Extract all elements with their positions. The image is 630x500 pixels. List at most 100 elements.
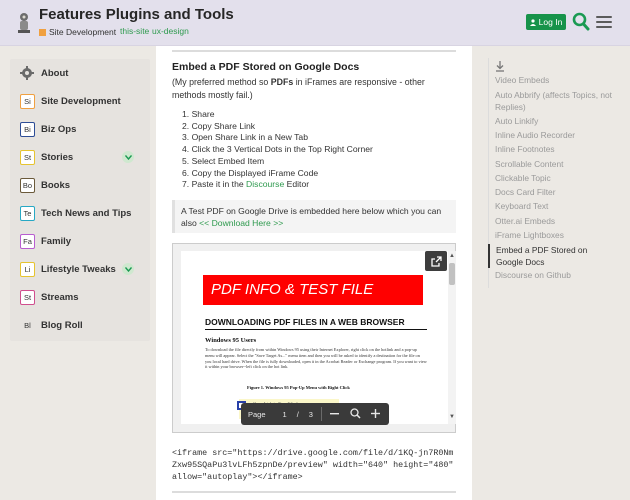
sidebar-item-label: Streams [41, 291, 79, 303]
sidebar-item-stories[interactable]: St Stories [20, 148, 73, 166]
category-badge-icon: Si [20, 93, 35, 109]
toc-item[interactable]: Docs Card Filter [495, 186, 619, 198]
category-badge-icon: Li [20, 261, 35, 277]
sidebar-item-label: Stories [41, 151, 74, 163]
sidebar-item-label: Tech News and Tips [41, 207, 132, 219]
toc-item[interactable]: Clickable Topic [495, 172, 619, 184]
site-header: Features Plugins and Tools Site Developm… [0, 0, 630, 46]
pdf-banner-text: PDF INFO & TEST FILE [211, 281, 374, 298]
list-item: 4. Click the 3 Vertical Dots in the Top … [182, 144, 373, 155]
sidebar-item-streams[interactable]: St Streams [20, 288, 79, 306]
pdf-heading: DOWNLOADING PDF FILES IN A WEB BROWSER [205, 317, 405, 327]
blockquote: A Test PDF on Google Drive is embedded h… [172, 200, 456, 233]
iframe-code-block: <iframe src="https://drive.google.com/fi… [172, 448, 459, 482]
list-item: 6. Copy the Displayed iFrame Code [182, 167, 319, 178]
toc-item[interactable]: Video Embeds [495, 74, 619, 86]
sidebar-item-label: Books [41, 179, 71, 191]
zoom-in-icon[interactable] [370, 408, 380, 420]
chevron-down-icon[interactable] [122, 151, 134, 163]
pdf-embed-iframe[interactable]: PDF INFO & TEST FILE DOWNLOADING PDF FIL… [172, 243, 456, 433]
site-logo[interactable] [15, 11, 33, 35]
table-of-contents: Video Embeds Auto Abbrify (affects Topic… [488, 58, 622, 288]
post-content: Embed a PDF Stored on Google Docs (My pr… [156, 46, 472, 500]
search-icon[interactable] [572, 12, 590, 32]
category-badge-icon: St [20, 149, 35, 165]
category-label: Site Development [49, 27, 117, 37]
toolbar-divider [320, 407, 322, 421]
download-arrow-icon[interactable] [495, 61, 505, 72]
pdf-rule [205, 329, 427, 330]
pdf-figure-caption: Figure 1. Windows 95 Pop-Up Menu with Ri… [247, 385, 350, 390]
sidebar-item-lifestyle-tweaks[interactable]: Li Lifestyle Tweaks [20, 260, 116, 278]
sidebar-item-label: About [41, 67, 69, 79]
pdf-viewer[interactable]: PDF INFO & TEST FILE DOWNLOADING PDF FIL… [181, 251, 448, 424]
pdf-subheading: Windows 95 Users [205, 337, 257, 344]
sidebar-item-site-development[interactable]: Si Site Development [20, 92, 121, 110]
discourse-link[interactable]: Discourse [246, 179, 284, 189]
category-color-swatch [39, 28, 46, 36]
tag-ux-design[interactable]: ux-design [152, 26, 189, 36]
sidebar-item-label: Lifestyle Tweaks [41, 263, 116, 275]
category-badge-icon: Bo [20, 177, 35, 193]
toc-item[interactable]: Keyboard Text [495, 200, 619, 212]
toc-item[interactable]: Scrollable Content [495, 158, 619, 170]
scroll-up-icon[interactable]: ▲ [449, 253, 455, 259]
category-badge-icon: Bi [20, 121, 35, 137]
user-icon [529, 18, 536, 26]
post-intro: (My preferred method so PDFs in iFrames … [172, 77, 425, 100]
page-label: Page [248, 409, 266, 419]
category-badge-icon: Fa [20, 233, 35, 249]
category-badge-icon: Te [20, 205, 35, 221]
list-item: 2. Copy Share Link [182, 120, 256, 131]
toc-item[interactable]: Inline Audio Recorder [495, 129, 619, 141]
sidebar: About Si Site Development Bi Biz Ops St … [10, 59, 150, 341]
scrollbar[interactable]: ▲ ▼ [448, 251, 456, 424]
zoom-icon[interactable] [350, 407, 361, 421]
login-label: Log In [538, 17, 563, 27]
category-badge-icon: Bl [24, 320, 31, 330]
divider [172, 491, 456, 493]
toc-item[interactable]: Inline Footnotes [495, 143, 619, 155]
category-badge-icon: St [20, 289, 35, 305]
page-number-input[interactable]: 1 [283, 410, 287, 419]
tag-this-site[interactable]: this-site [120, 26, 149, 36]
sidebar-item-label: Site Development [41, 95, 121, 107]
sidebar-item-books[interactable]: Bo Books [20, 176, 70, 194]
toc-item-active[interactable]: Embed a PDF Stored on Google Docs [488, 244, 612, 268]
steps-list: 1. Share 2. Copy Share Link 3. Open Shar… [182, 109, 373, 191]
gear-icon [20, 66, 34, 80]
pdf-toolbar: Page 1 / 3 [241, 403, 389, 425]
pdf-body-text: To download the file directly from withi… [205, 347, 427, 370]
toc-item[interactable]: iFrame Lightboxes [495, 229, 619, 241]
sidebar-item-family[interactable]: Fa Family [20, 232, 71, 250]
divider [172, 50, 456, 52]
login-button[interactable]: Log In [526, 14, 566, 30]
sidebar-item-label: Biz Ops [41, 123, 77, 135]
sidebar-item-about[interactable]: About [20, 64, 68, 82]
list-item: 5. Select Embed Item [182, 155, 265, 166]
sidebar-item-blog-roll[interactable]: Bl Blog Roll [20, 316, 83, 334]
sidebar-item-biz-ops[interactable]: Bi Biz Ops [20, 120, 76, 138]
chevron-down-icon[interactable] [122, 263, 134, 275]
toc-item[interactable]: Auto Abbrify (affects Topics, not Replie… [495, 89, 619, 113]
hamburger-menu-icon[interactable] [596, 14, 612, 30]
toc-item[interactable]: Auto Linkify [495, 115, 619, 127]
site-title[interactable]: Features Plugins and Tools [39, 6, 234, 23]
scroll-down-icon[interactable]: ▼ [449, 414, 455, 420]
list-item: 1. Share [182, 109, 215, 119]
page-separator: / [296, 409, 299, 419]
sidebar-item-tech-news[interactable]: Te Tech News and Tips [20, 204, 131, 222]
download-link[interactable]: << Download Here >> [199, 218, 283, 228]
category-badge[interactable]: Site Development [39, 26, 116, 38]
scrollbar-thumb[interactable] [449, 263, 455, 285]
sidebar-item-label: Blog Roll [41, 319, 83, 331]
sidebar-item-label: Family [41, 235, 72, 247]
zoom-out-icon[interactable] [330, 408, 340, 420]
open-external-icon[interactable] [425, 251, 447, 271]
list-item: 7. Paste it in the Discourse Editor [182, 179, 310, 190]
pdf-banner: PDF INFO & TEST FILE [203, 275, 423, 305]
post-heading: Embed a PDF Stored on Google Docs [172, 61, 360, 73]
toc-item[interactable]: Discourse on Github [495, 269, 619, 281]
toc-item[interactable]: Otter.ai Embeds [495, 215, 619, 227]
page-total: 3 [308, 409, 313, 419]
